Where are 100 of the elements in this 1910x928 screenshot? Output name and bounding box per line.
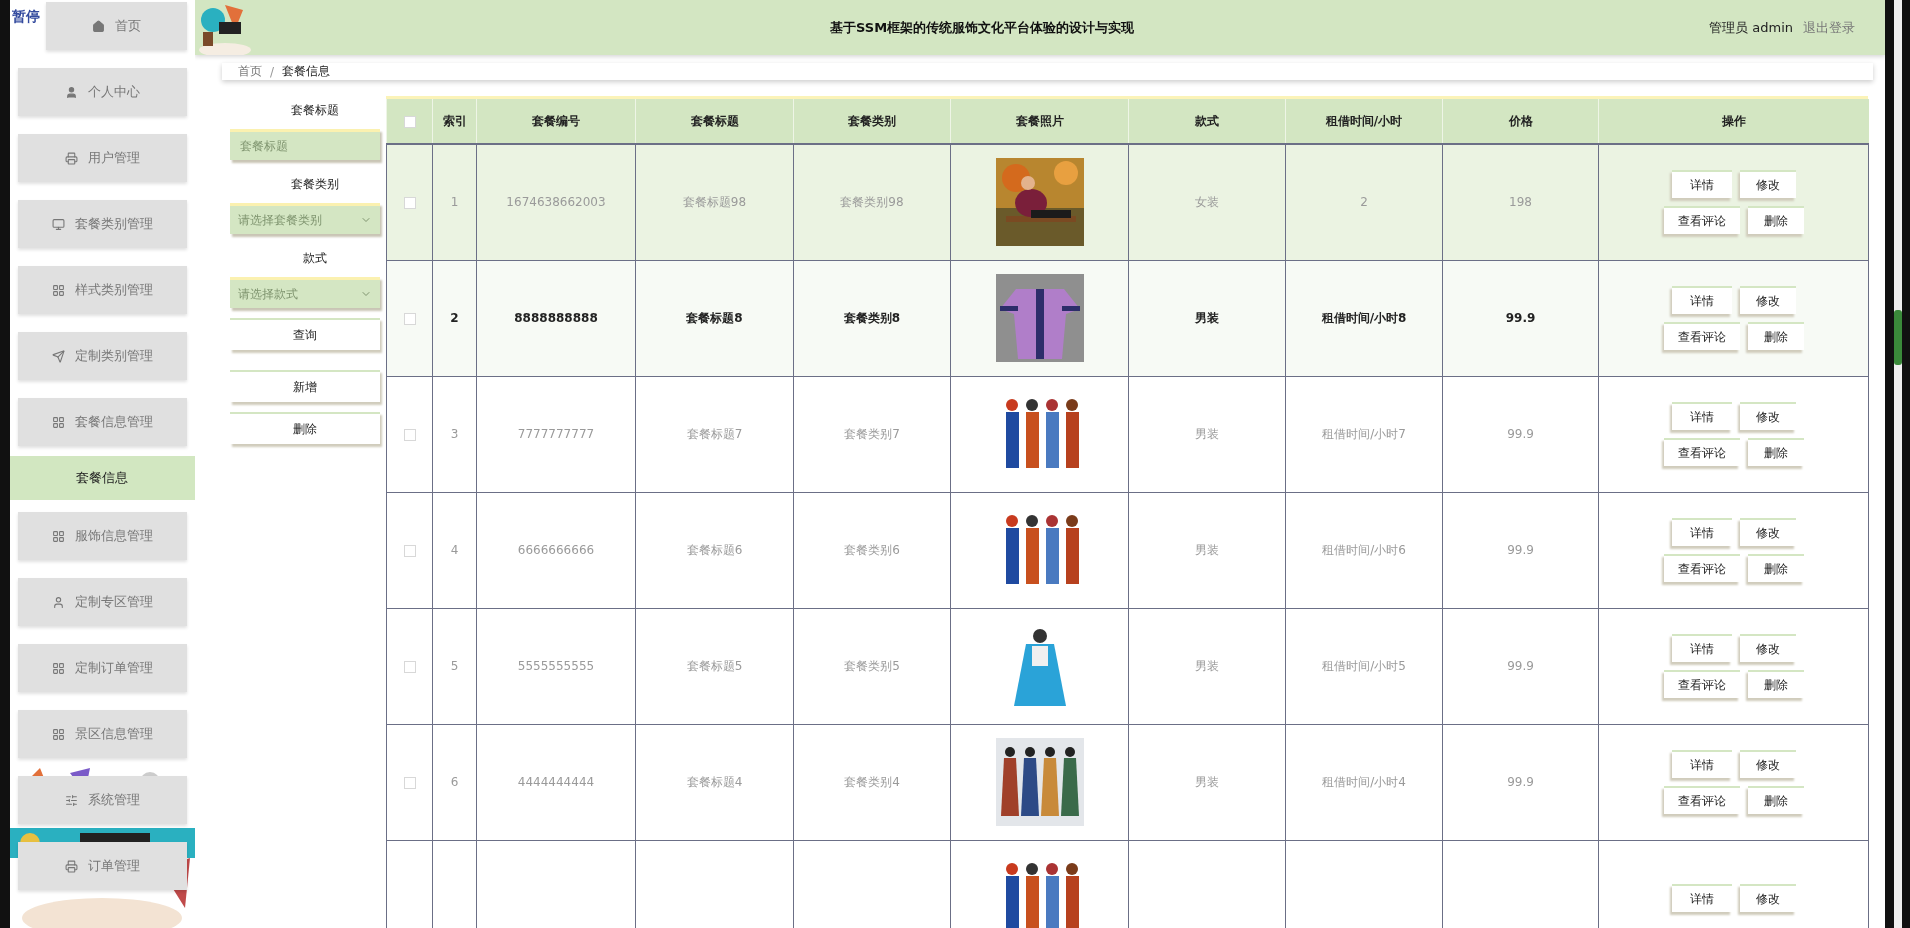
row-checkbox[interactable] [403, 196, 416, 209]
sidebar-item-label: 用户管理 [88, 149, 140, 167]
table-cell-text: 4 [450, 543, 459, 557]
sidebar-item[interactable]: 定制订单管理 [18, 644, 187, 692]
scrollbar[interactable] [1893, 0, 1902, 928]
table-row[interactable]: 详情 修改 [386, 840, 1869, 928]
sidebar-item[interactable]: 套餐类别管理 [18, 200, 187, 248]
table-row[interactable]: 4 6666666666 套餐标题6 套餐类别6 男装 租借时间/小时6 99.9 详情 修改 查看评论 删除 [386, 492, 1869, 608]
action-button[interactable]: 修改 [1739, 634, 1796, 662]
table-cell-text: 99.9 [1507, 775, 1534, 789]
action-button[interactable]: 删除 [1747, 322, 1804, 350]
action-button[interactable]: 删除 [1747, 670, 1804, 698]
sidebar-item[interactable]: 定制专区管理 [18, 578, 187, 626]
table-cell-text: 套餐类别7 [844, 426, 900, 441]
scrollbar-thumb[interactable] [1893, 310, 1902, 365]
action-button[interactable]: 修改 [1739, 750, 1796, 778]
action-button[interactable]: 详情 [1671, 884, 1732, 912]
action-button[interactable]: 查看评论 [1663, 206, 1740, 235]
column-header: 租借时间/小时 [1285, 99, 1443, 144]
filter-label: 套餐标题 [290, 102, 340, 119]
sidebar-item-label: 定制类别管理 [75, 347, 153, 365]
action-button[interactable]: 查看评论 [1663, 670, 1740, 698]
search-input[interactable]: 套餐标题 [238, 138, 372, 154]
column-header: 套餐照片 [950, 99, 1129, 144]
breadcrumb-link[interactable]: 套餐信息 [282, 63, 331, 80]
table-row[interactable]: 2 8888888888 套餐标题8 套餐类别8 男装 租借时间/小时8 99.9 详情 修改 查看评论 删除 [386, 260, 1869, 376]
table-cell-text: 2 [1360, 195, 1368, 210]
action-button[interactable]: 修改 [1739, 402, 1796, 430]
table-cell-text: 2 [450, 311, 459, 325]
action-button[interactable]: 详情 [1671, 750, 1732, 778]
table-cell-text: 男装 [1195, 542, 1219, 557]
table-cell-text: 3 [450, 427, 459, 441]
row-checkbox[interactable] [403, 428, 416, 441]
column-header: 款式 [1128, 99, 1286, 144]
filter-label: 款式 [302, 250, 328, 267]
menu-item-icon [65, 793, 78, 807]
table-cell-text: 4444444444 [517, 775, 595, 789]
logout-link[interactable]: 退出登录 [1803, 18, 1855, 37]
action-button[interactable]: 详情 [1671, 402, 1732, 430]
table-row[interactable]: 6 4444444444 套餐标题4 套餐类别4 男装 租借时间/小时4 99.9 详情 修改 查看评论 删除 [386, 724, 1869, 840]
sidebar-item[interactable]: 样式类别管理 [18, 266, 187, 314]
table-cell-text: 套餐类别4 [844, 774, 900, 789]
table-cell-text: 99.9 [1507, 543, 1534, 557]
sidebar-item[interactable]: 订单管理 [18, 842, 187, 890]
sidebar-item-label: 服饰信息管理 [75, 527, 153, 545]
action-button[interactable]: 修改 [1739, 518, 1796, 546]
row-checkbox[interactable] [403, 776, 416, 789]
action-button[interactable]: 查看评论 [1663, 322, 1740, 350]
column-header: 套餐标题 [635, 99, 794, 144]
breadcrumb-link[interactable]: 首页 [238, 63, 262, 80]
row-checkbox[interactable] [403, 312, 416, 325]
table-row[interactable]: 1 1674638662003 套餐标题98 套餐类别98 女装 2 198 详情 修改 查看评论 删除 [386, 144, 1869, 260]
action-button[interactable]: 查看评论 [1663, 438, 1740, 466]
table-cell-text: 套餐类别5 [844, 658, 900, 673]
filter-button[interactable]: 查询 [230, 318, 380, 350]
sidebar-item-label: 景区信息管理 [75, 725, 153, 743]
action-button[interactable]: 修改 [1739, 884, 1796, 912]
sidebar-item[interactable]: 套餐信息管理 [18, 398, 187, 446]
action-button[interactable]: 删除 [1747, 438, 1804, 466]
row-checkbox[interactable] [403, 544, 416, 557]
table-cell-text: 1 [450, 195, 459, 210]
column-header: 索引 [432, 99, 477, 144]
action-button[interactable]: 修改 [1739, 170, 1796, 199]
sidebar-item[interactable]: 用户管理 [18, 134, 187, 182]
table-cell-text: 套餐标题5 [686, 658, 743, 673]
table-row[interactable]: 3 7777777777 套餐标题7 套餐类别7 男装 租借时间/小时7 99.9 详情 修改 查看评论 删除 [386, 376, 1869, 492]
sidebar-item[interactable]: 首页 [46, 2, 187, 50]
action-button[interactable]: 修改 [1739, 286, 1796, 314]
row-checkbox[interactable] [403, 660, 416, 673]
action-button[interactable]: 详情 [1671, 286, 1732, 314]
column-header: 套餐编号 [476, 99, 636, 144]
sidebar-item[interactable]: 服饰信息管理 [18, 512, 187, 560]
action-button[interactable]: 详情 [1671, 518, 1732, 546]
column-header: 操作 [1598, 99, 1869, 144]
menu-item-icon [52, 349, 65, 363]
table-cell-text: 6 [450, 775, 459, 789]
sidebar-item[interactable]: 系统管理 [18, 776, 187, 824]
filter-button[interactable]: 删除 [230, 412, 380, 444]
table-cell-text: 5555555555 [517, 659, 595, 673]
table-cell-text: 99.9 [1507, 659, 1534, 673]
action-button[interactable]: 详情 [1671, 170, 1732, 199]
action-button[interactable]: 查看评论 [1663, 786, 1740, 814]
action-button[interactable]: 删除 [1747, 786, 1804, 814]
table-row[interactable]: 5 5555555555 套餐标题5 套餐类别5 男装 租借时间/小时5 99.9 详情 修改 查看评论 删除 [386, 608, 1869, 724]
action-button[interactable]: 详情 [1671, 634, 1732, 662]
table-cell-text: 99.9 [1505, 311, 1536, 325]
table-cell-text: 套餐类别6 [844, 542, 900, 557]
action-button[interactable]: 删除 [1747, 554, 1804, 582]
sidebar-item-label: 系统管理 [88, 791, 140, 809]
filter-button[interactable]: 新增 [230, 370, 380, 402]
sidebar-item[interactable]: 个人中心 [18, 68, 187, 116]
sidebar-item[interactable]: 定制类别管理 [18, 332, 187, 380]
table-cell-text: 套餐标题8 [686, 310, 743, 325]
sidebar-subitem[interactable]: 套餐信息 [10, 456, 195, 500]
action-button[interactable]: 查看评论 [1663, 554, 1740, 582]
search-field[interactable]: 套餐标题 [230, 129, 380, 160]
action-button[interactable]: 删除 [1747, 206, 1804, 235]
sidebar-item[interactable]: 景区信息管理 [18, 710, 187, 758]
select-all-checkbox[interactable] [403, 115, 416, 128]
menu-item-icon [52, 529, 65, 543]
